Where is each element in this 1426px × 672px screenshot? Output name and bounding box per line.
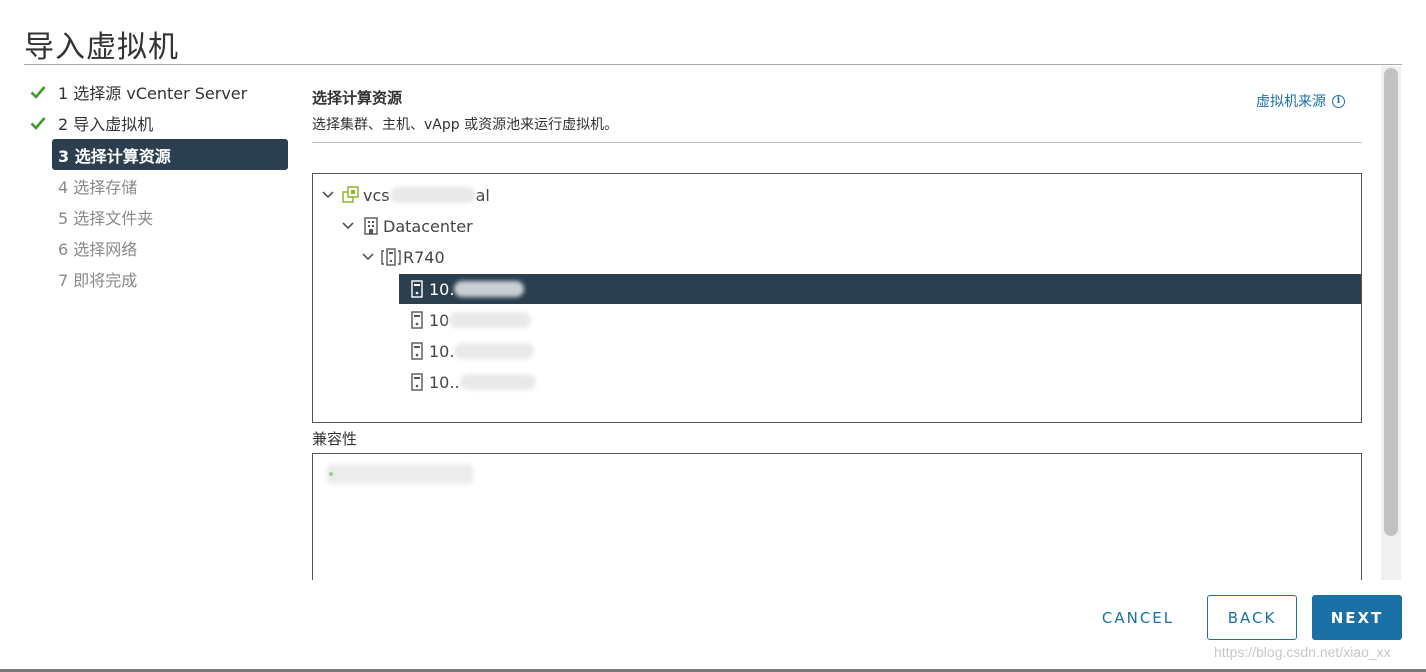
chevron-down-icon[interactable] bbox=[341, 222, 355, 230]
content-divider bbox=[312, 142, 1362, 143]
host-icon bbox=[407, 279, 427, 299]
cluster-label: R740 bbox=[403, 247, 445, 267]
datacenter-icon bbox=[361, 216, 381, 236]
host-label: 10.. bbox=[429, 372, 460, 392]
vcenter-name-prefix: vcs bbox=[363, 185, 390, 205]
step-label: 5 选择文件夹 bbox=[58, 208, 154, 228]
vcenter-icon bbox=[341, 185, 361, 205]
tree-node-cluster[interactable]: R740 bbox=[361, 242, 1361, 272]
vm-source-label: 虚拟机来源 bbox=[1256, 94, 1326, 110]
host-label: 10 bbox=[429, 310, 450, 330]
status-dot bbox=[329, 472, 333, 476]
tree-node-vcenter[interactable]: vcs al bbox=[321, 180, 1361, 210]
tree-node-datacenter[interactable]: Datacenter bbox=[341, 211, 1361, 241]
title-divider bbox=[24, 64, 1402, 65]
redacted-text bbox=[449, 312, 532, 328]
section-description: 选择集群、主机、vApp 或资源池来运行虚拟机。 bbox=[312, 117, 619, 133]
redacted-text bbox=[459, 374, 536, 390]
redacted-text bbox=[454, 343, 535, 359]
vm-source-link[interactable]: 虚拟机来源 i bbox=[1256, 91, 1345, 111]
compatibility-panel bbox=[312, 453, 1362, 593]
host-label: 10. bbox=[429, 341, 455, 361]
chevron-down-icon[interactable] bbox=[321, 191, 335, 199]
scrollbar-thumb[interactable] bbox=[1384, 68, 1398, 536]
step-label: 4 选择存储 bbox=[58, 177, 138, 197]
step-label: 3 选择计算资源 bbox=[58, 146, 171, 166]
step-7: 7 即将完成 bbox=[24, 263, 288, 294]
compute-resource-tree: vcs al Datacenter R740 10. 10 10. 10.. bbox=[312, 173, 1362, 423]
step-label: 2 导入虚拟机 bbox=[58, 114, 154, 134]
step-2[interactable]: 2 导入虚拟机 bbox=[24, 107, 288, 138]
step-label: 1 选择源 vCenter Server bbox=[58, 83, 248, 103]
redacted-text bbox=[454, 281, 525, 297]
step-5: 5 选择文件夹 bbox=[24, 201, 288, 232]
step-1[interactable]: 1 选择源 vCenter Server bbox=[24, 76, 288, 107]
chevron-down-icon[interactable] bbox=[361, 253, 375, 261]
tree-node-host[interactable]: 10. bbox=[399, 274, 1361, 304]
watermark: https://blog.csdn.net/xiao_xx bbox=[1214, 644, 1391, 660]
host-icon bbox=[407, 341, 427, 361]
tree-node-host[interactable]: 10. bbox=[399, 336, 1361, 366]
step-3[interactable]: 3 选择计算资源 bbox=[52, 139, 288, 170]
cancel-button[interactable]: CANCEL bbox=[1090, 595, 1186, 640]
step-label: 7 即将完成 bbox=[58, 270, 138, 290]
host-icon bbox=[407, 372, 427, 392]
section-title: 选择计算资源 bbox=[312, 89, 403, 107]
tree-node-host[interactable]: 10 bbox=[399, 305, 1361, 335]
step-4: 4 选择存储 bbox=[24, 170, 288, 201]
tree-node-host[interactable]: 10.. bbox=[399, 367, 1361, 397]
info-icon: i bbox=[1332, 94, 1345, 108]
dialog-title: 导入虚拟机 bbox=[24, 30, 179, 65]
vcenter-name-suffix: al bbox=[475, 185, 490, 205]
step-6: 6 选择网络 bbox=[24, 232, 288, 263]
back-button[interactable]: BACK bbox=[1207, 595, 1297, 640]
cluster-icon bbox=[381, 247, 401, 267]
compatibility-label: 兼容性 bbox=[312, 430, 358, 448]
datacenter-label: Datacenter bbox=[383, 216, 473, 236]
redacted-text bbox=[389, 187, 476, 203]
redacted-text bbox=[327, 464, 473, 484]
next-button[interactable]: NEXT bbox=[1312, 595, 1402, 640]
check-icon bbox=[24, 85, 52, 99]
host-icon bbox=[407, 310, 427, 330]
step-label: 6 选择网络 bbox=[58, 239, 138, 259]
check-icon bbox=[24, 116, 52, 130]
host-label: 10. bbox=[429, 279, 455, 299]
